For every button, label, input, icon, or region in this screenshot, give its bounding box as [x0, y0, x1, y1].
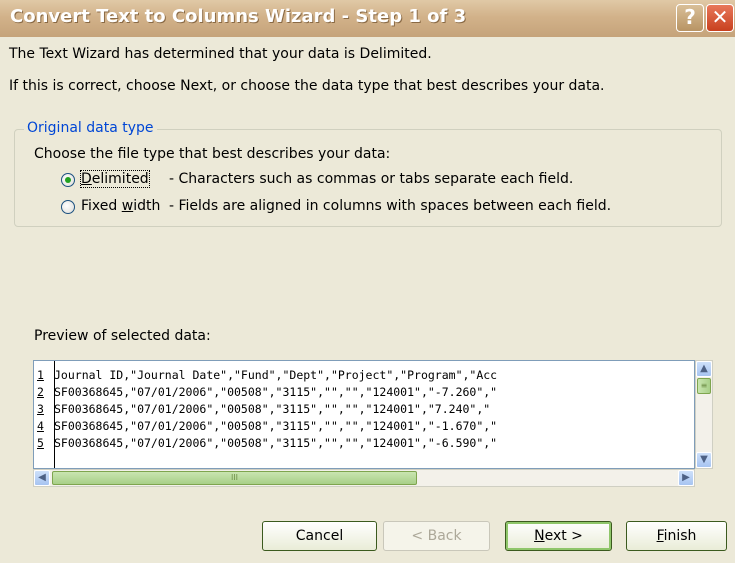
horizontal-scroll-thumb[interactable]: III	[52, 471, 417, 485]
row-text: SF00368645,"07/01/2006","00508","3115","…	[54, 436, 498, 450]
horizontal-scrollbar[interactable]: ◀ III ▶	[33, 469, 695, 487]
fixed-width-label[interactable]: Fixed width	[81, 198, 160, 214]
scroll-left-button[interactable]: ◀	[34, 470, 50, 486]
chevron-up-icon: ▲	[700, 363, 708, 374]
chevron-left-icon: ◀	[38, 472, 46, 483]
scroll-up-button[interactable]: ▲	[696, 361, 712, 377]
help-button[interactable]: ?	[676, 4, 704, 32]
preview-row: 5 SF00368645,"07/01/2006","00508","3115",…	[34, 435, 694, 452]
cancel-button[interactable]: Cancel	[262, 521, 377, 551]
preview-row: 3 SF00368645,"07/01/2006","00508","3115",…	[34, 401, 694, 418]
row-number: 5	[37, 436, 44, 450]
row-text: Journal ID,"Journal Date","Fund","Dept",…	[54, 368, 498, 382]
delimited-radio[interactable]	[61, 173, 75, 187]
file-type-prompt: Choose the file type that best describes…	[34, 146, 391, 162]
grip-icon: ≡	[700, 381, 708, 390]
preview-row: 2 SF00368645,"07/01/2006","00508","3115",…	[34, 384, 694, 401]
close-button[interactable]: ✕	[706, 4, 734, 32]
row-number: 2	[37, 385, 44, 399]
title-bar[interactable]: Convert Text to Columns Wizard - Step 1 …	[0, 0, 735, 37]
scroll-right-button[interactable]: ▶	[678, 470, 694, 486]
wizard-dialog: Convert Text to Columns Wizard - Step 1 …	[0, 0, 735, 563]
vertical-scrollbar[interactable]: ▲ ≡ ▼	[695, 360, 713, 469]
intro-line-2: If this is correct, choose Next, or choo…	[9, 78, 605, 94]
data-preview[interactable]: 1 Journal ID,"Journal Date","Fund","Dept"…	[33, 360, 695, 469]
row-text: SF00368645,"07/01/2006","00508","3115","…	[54, 419, 498, 433]
scroll-down-button[interactable]: ▼	[696, 452, 712, 468]
row-text: SF00368645,"07/01/2006","00508","3115","…	[54, 402, 491, 416]
vertical-scroll-thumb[interactable]: ≡	[697, 378, 711, 394]
fixed-width-radio[interactable]	[61, 200, 75, 214]
chevron-right-icon: ▶	[682, 472, 690, 483]
window-title: Convert Text to Columns Wizard - Step 1 …	[10, 6, 467, 27]
row-text: SF00368645,"07/01/2006","00508","3115","…	[54, 385, 498, 399]
delimited-label[interactable]: Delimited	[80, 170, 150, 188]
row-number: 4	[37, 419, 44, 433]
delimited-description: - Characters such as commas or tabs sepa…	[169, 171, 574, 187]
preview-label: Preview of selected data:	[34, 328, 211, 344]
close-icon: ✕	[711, 5, 729, 29]
help-icon: ?	[684, 5, 696, 29]
preview-row: 1 Journal ID,"Journal Date","Fund","Dept"…	[34, 367, 694, 384]
next-button[interactable]: Next >	[505, 521, 612, 551]
back-button[interactable]: < Back	[383, 521, 490, 551]
preview-row: 4 SF00368645,"07/01/2006","00508","3115",…	[34, 418, 694, 435]
radio-selected-dot	[65, 177, 71, 183]
fixed-width-description: - Fields are aligned in columns with spa…	[169, 198, 612, 214]
row-number: 3	[37, 402, 44, 416]
grip-icon: III	[230, 473, 239, 482]
finish-button[interactable]: Finish	[626, 521, 727, 551]
chevron-down-icon: ▼	[700, 454, 708, 465]
group-legend: Original data type	[24, 120, 157, 136]
row-number: 1	[37, 368, 44, 382]
intro-line-1: The Text Wizard has determined that your…	[9, 46, 432, 62]
